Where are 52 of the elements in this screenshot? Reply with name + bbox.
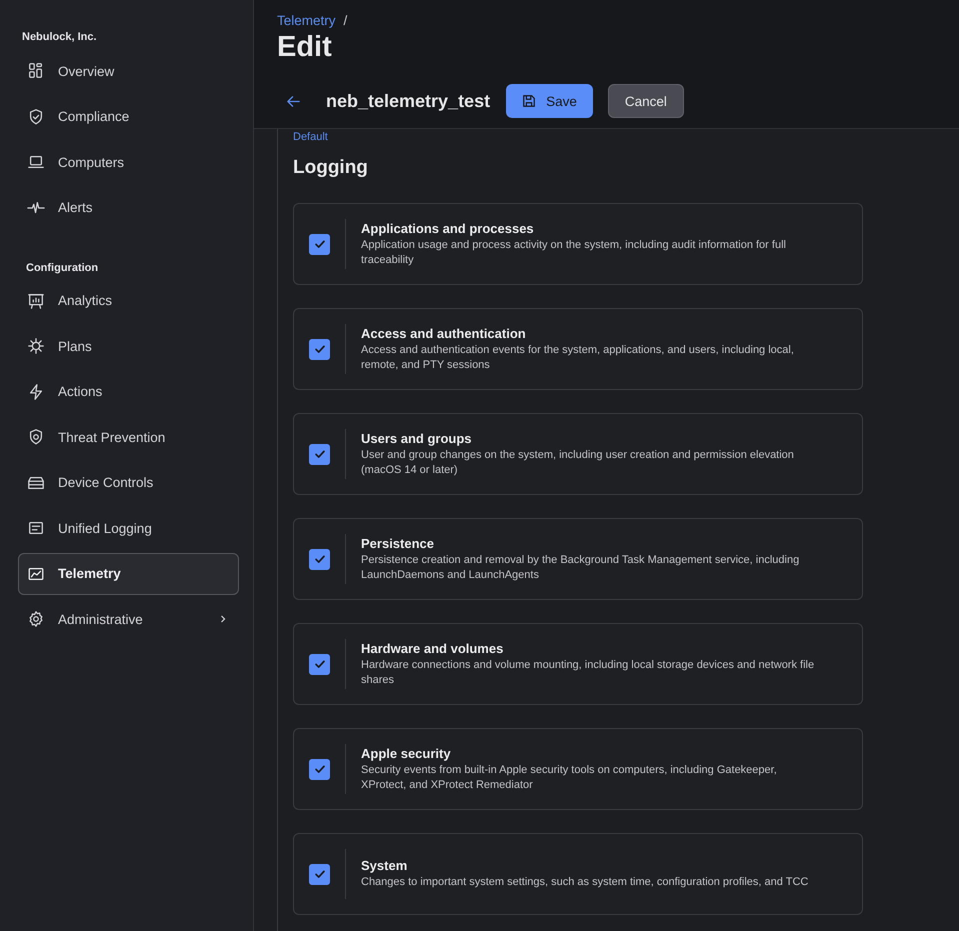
nav-item[interactable]: Threat Prevention bbox=[18, 416, 239, 458]
option-description: Hardware connections and volume mounting, including local storage devices and network file shares bbox=[361, 658, 816, 688]
option-description: Application usage and process activity on the system, including audit information for full traceability bbox=[361, 238, 787, 268]
laptop-icon bbox=[27, 153, 45, 171]
option-title: Apple security bbox=[361, 746, 452, 760]
nav-item[interactable]: Alerts bbox=[18, 186, 239, 228]
nav-item[interactable]: Actions bbox=[18, 370, 239, 412]
organization-name: Nebulock, Inc. bbox=[21, 31, 98, 43]
nav-item[interactable]: Administrative bbox=[18, 598, 239, 640]
cancel-button[interactable]: Cancel bbox=[608, 84, 684, 118]
option-title: System bbox=[361, 858, 408, 873]
option-title: Persistence bbox=[361, 536, 435, 550]
nav-item[interactable]: Telemetry bbox=[18, 552, 239, 594]
settings-icon bbox=[27, 610, 45, 628]
option-title: Applications and processes bbox=[361, 220, 535, 236]
breadcrumb-link[interactable]: Telemetry bbox=[277, 13, 336, 28]
checkbox[interactable] bbox=[309, 758, 330, 780]
option-description: Changes to important system settings, such as system time, configuration profiles, and TCC bbox=[361, 875, 810, 890]
checkbox[interactable] bbox=[309, 444, 330, 464]
save-button[interactable]: Save bbox=[506, 84, 593, 118]
shield-check-icon bbox=[27, 108, 45, 126]
checkbox[interactable] bbox=[309, 654, 330, 674]
checkbox[interactable] bbox=[309, 338, 330, 360]
grid-icon bbox=[27, 62, 45, 80]
back-arrow-icon[interactable] bbox=[286, 94, 301, 108]
option-description: Security events from built-in Apple security tools on computers, including Gatekeeper, XProtect, and XProtect Remediator bbox=[361, 762, 778, 792]
nav-item[interactable]: Plans bbox=[18, 325, 239, 367]
option-title: Hardware and volumes bbox=[361, 640, 504, 656]
shield-icon bbox=[27, 428, 45, 446]
checkbox[interactable] bbox=[309, 234, 330, 254]
breadcrumb-separator: / bbox=[344, 13, 348, 28]
list-icon bbox=[27, 519, 45, 537]
option-description: Access and authentication events for the system, applications, and users, including local, remote, and PTY sessions bbox=[361, 342, 795, 372]
option-title: Users and groups bbox=[361, 430, 473, 446]
checkbox[interactable] bbox=[309, 864, 330, 884]
lightning-icon bbox=[27, 382, 45, 400]
section-title: Logging bbox=[293, 157, 369, 179]
nav-item[interactable]: Device Controls bbox=[18, 462, 239, 504]
section-heading: Configuration bbox=[25, 262, 100, 274]
nav-item[interactable]: Compliance bbox=[18, 96, 239, 138]
record-name: neb_telemetry_test bbox=[326, 90, 490, 112]
nav-item[interactable]: Analytics bbox=[18, 280, 239, 322]
page-title: Edit bbox=[277, 31, 333, 64]
chart-board-icon bbox=[27, 292, 45, 310]
nav-item[interactable]: Overview bbox=[18, 50, 239, 92]
checkbox[interactable] bbox=[309, 548, 330, 570]
link-text[interactable]: Default bbox=[293, 129, 959, 143]
option-description: User and group changes on the system, including user creation and permission elevation (macOS 14 or later) bbox=[361, 448, 795, 478]
nav-item[interactable]: Computers bbox=[18, 141, 239, 183]
option-description: Persistence creation and removal by the Background Task Management service, including LaunchDaemons and LaunchAgents bbox=[361, 552, 800, 582]
option-title: Access and authentication bbox=[361, 326, 527, 340]
nav-item[interactable]: Unified Logging bbox=[18, 507, 239, 549]
